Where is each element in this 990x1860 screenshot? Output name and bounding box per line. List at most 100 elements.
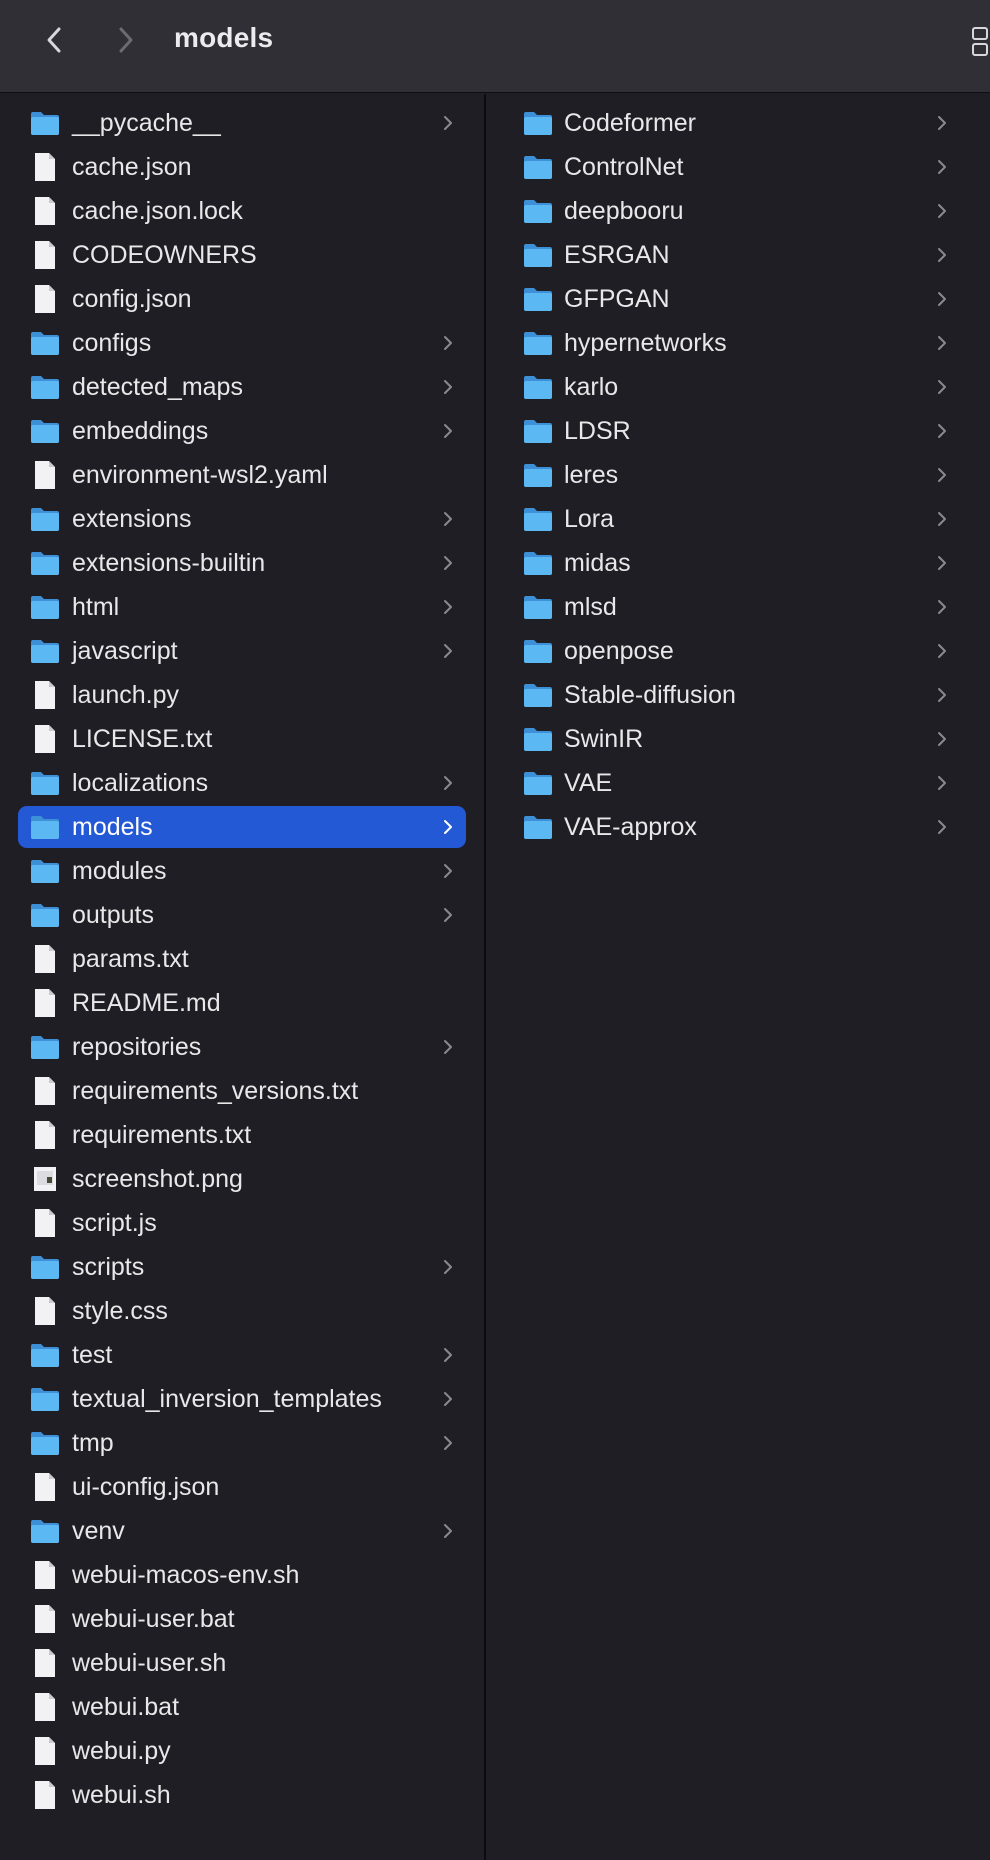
item-label: style.css: [72, 1297, 168, 1325]
chevron-right-icon: [936, 203, 948, 219]
item-label: hypernetworks: [564, 329, 727, 357]
chevron-right-icon: [442, 379, 454, 395]
file-item[interactable]: LICENSE.txt: [18, 718, 466, 760]
item-label: venv: [72, 1517, 125, 1545]
folder-item[interactable]: extensions: [18, 498, 466, 540]
folder-item[interactable]: karlo: [490, 366, 970, 408]
file-item[interactable]: params.txt: [18, 938, 466, 980]
folder-item[interactable]: textual_inversion_templates: [18, 1378, 466, 1420]
item-label: Lora: [564, 505, 615, 533]
folder-item[interactable]: extensions-builtin: [18, 542, 466, 584]
item-label: webui-user.sh: [72, 1649, 227, 1677]
file-icon: [30, 284, 60, 314]
file-item[interactable]: README.md: [18, 982, 466, 1024]
folder-icon: [523, 152, 553, 182]
file-icon: [30, 1120, 60, 1150]
folder-item[interactable]: __pycache__: [18, 102, 466, 144]
folder-item[interactable]: VAE-approx: [490, 806, 970, 848]
folder-item[interactable]: test: [18, 1334, 466, 1376]
folder-item[interactable]: javascript: [18, 630, 466, 672]
item-label: tmp: [72, 1429, 114, 1457]
forward-button[interactable]: [104, 18, 148, 62]
file-item[interactable]: webui.py: [18, 1730, 466, 1772]
folder-item[interactable]: outputs: [18, 894, 466, 936]
file-item[interactable]: cache.json: [18, 146, 466, 188]
folder-item[interactable]: tmp: [18, 1422, 466, 1464]
folder-item[interactable]: VAE: [490, 762, 970, 804]
folder-item[interactable]: leres: [490, 454, 970, 496]
file-icon: [30, 1648, 60, 1678]
file-icon: [30, 724, 60, 754]
folder-item[interactable]: Stable-diffusion: [490, 674, 970, 716]
file-item[interactable]: CODEOWNERS: [18, 234, 466, 276]
chevron-right-icon: [442, 1435, 454, 1451]
chevron-right-icon: [936, 775, 948, 791]
file-item[interactable]: webui.sh: [18, 1774, 466, 1816]
folder-item[interactable]: deepbooru: [490, 190, 970, 232]
folder-icon: [30, 1252, 60, 1282]
chevron-left-icon: [47, 27, 61, 53]
folder-item[interactable]: LDSR: [490, 410, 970, 452]
file-item[interactable]: ui-config.json: [18, 1466, 466, 1508]
folder-item[interactable]: ControlNet: [490, 146, 970, 188]
folder-item[interactable]: detected_maps: [18, 366, 466, 408]
item-label: scripts: [72, 1253, 145, 1281]
item-label: openpose: [564, 637, 674, 665]
folder-item[interactable]: configs: [18, 322, 466, 364]
folder-item[interactable]: GFPGAN: [490, 278, 970, 320]
file-item[interactable]: config.json: [18, 278, 466, 320]
file-item[interactable]: cache.json.lock: [18, 190, 466, 232]
item-label: html: [72, 593, 120, 621]
file-icon: [30, 1472, 60, 1502]
folder-item[interactable]: mlsd: [490, 586, 970, 628]
folder-item[interactable]: modules: [18, 850, 466, 892]
view-options-icon[interactable]: [970, 26, 990, 58]
folder-item[interactable]: repositories: [18, 1026, 466, 1068]
chevron-right-icon: [442, 511, 454, 527]
parent-directory-column: __pycache__ cache.json cache.json.lock CODE…: [0, 94, 486, 1860]
folder-item[interactable]: models: [18, 806, 466, 848]
item-label: mlsd: [564, 593, 617, 621]
folder-icon: [30, 1032, 60, 1062]
folder-item[interactable]: ESRGAN: [490, 234, 970, 276]
folder-item[interactable]: midas: [490, 542, 970, 584]
file-item[interactable]: requirements_versions.txt: [18, 1070, 466, 1112]
folder-item[interactable]: embeddings: [18, 410, 466, 452]
folder-item[interactable]: localizations: [18, 762, 466, 804]
folder-item[interactable]: openpose: [490, 630, 970, 672]
folder-icon: [30, 856, 60, 886]
folder-item[interactable]: SwinIR: [490, 718, 970, 760]
file-item[interactable]: launch.py: [18, 674, 466, 716]
back-button[interactable]: [32, 18, 76, 62]
file-item[interactable]: webui.bat: [18, 1686, 466, 1728]
chevron-right-icon: [936, 511, 948, 527]
item-label: VAE: [564, 769, 613, 797]
file-item[interactable]: webui-user.bat: [18, 1598, 466, 1640]
folder-item[interactable]: venv: [18, 1510, 466, 1552]
file-item[interactable]: webui-user.sh: [18, 1642, 466, 1684]
folder-item[interactable]: Codeformer: [490, 102, 970, 144]
file-item[interactable]: webui-macos-env.sh: [18, 1554, 466, 1596]
item-label: textual_inversion_templates: [72, 1385, 382, 1413]
item-label: webui.sh: [72, 1781, 171, 1809]
folder-icon: [30, 1428, 60, 1458]
chevron-right-icon: [442, 1523, 454, 1539]
item-label: environment-wsl2.yaml: [72, 461, 328, 489]
file-item[interactable]: environment-wsl2.yaml: [18, 454, 466, 496]
chevron-right-icon: [442, 599, 454, 615]
chevron-right-icon: [936, 335, 948, 351]
file-item[interactable]: style.css: [18, 1290, 466, 1332]
folder-item[interactable]: hypernetworks: [490, 322, 970, 364]
file-item[interactable]: screenshot.png: [18, 1158, 466, 1200]
chevron-right-icon: [442, 1347, 454, 1363]
file-item[interactable]: script.js: [18, 1202, 466, 1244]
chevron-right-icon: [936, 379, 948, 395]
folder-item[interactable]: scripts: [18, 1246, 466, 1288]
folder-icon: [30, 108, 60, 138]
folder-item[interactable]: html: [18, 586, 466, 628]
folder-item[interactable]: Lora: [490, 498, 970, 540]
finder-window: models __pycache__ cache.json cache.json.l…: [0, 0, 990, 1860]
folder-icon: [523, 284, 553, 314]
file-item[interactable]: requirements.txt: [18, 1114, 466, 1156]
chevron-right-icon: [936, 731, 948, 747]
